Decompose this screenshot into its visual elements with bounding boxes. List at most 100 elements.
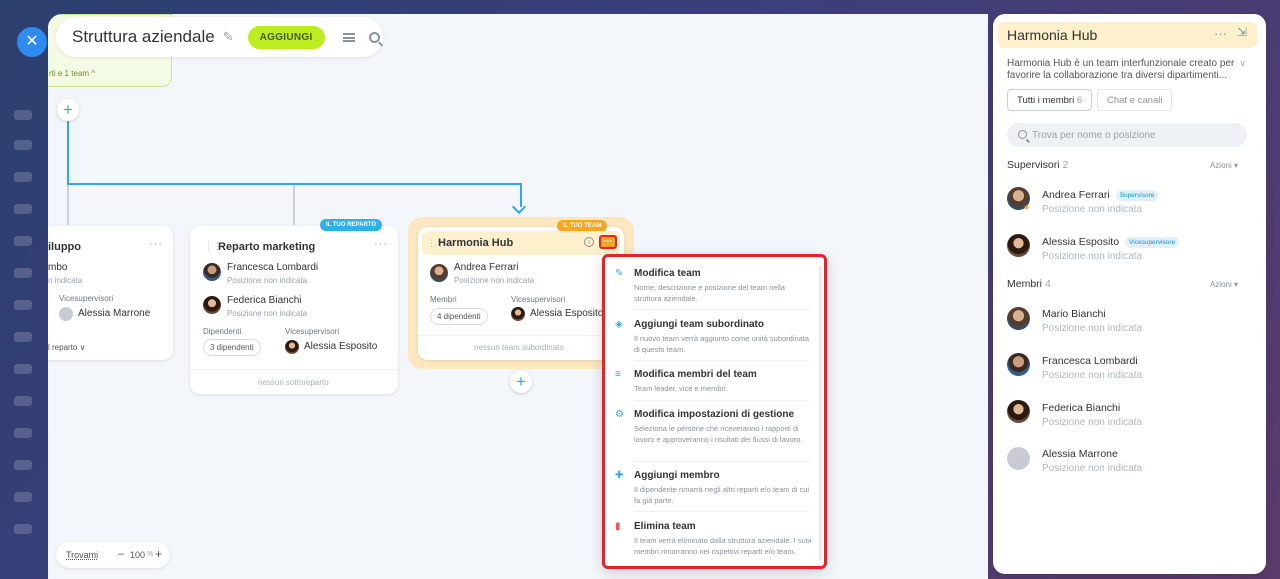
person-name[interactable]: Alessia Marrone [1042, 448, 1118, 460]
zoom-in-button[interactable]: + [155, 547, 162, 561]
person-name[interactable]: Federica Bianchi [1042, 402, 1120, 414]
employees-count[interactable]: 3 dipendenti [203, 339, 261, 356]
section-label: Supervisori [1007, 159, 1060, 171]
menu-icon[interactable] [342, 32, 355, 42]
deputy-name[interactable]: Alessia Esposito [530, 308, 603, 319]
trash-icon: ▮ [615, 521, 621, 532]
rail-icon[interactable] [14, 524, 32, 534]
add-subteam-button[interactable]: + [510, 371, 532, 393]
person-name[interactable]: Mario Bianchi [1042, 308, 1106, 320]
more-icon[interactable]: ··· [1214, 26, 1227, 41]
divider [190, 369, 398, 370]
avatar [1007, 447, 1030, 470]
tab-count: 6 [1076, 95, 1083, 106]
close-icon[interactable]: ✕ [17, 27, 47, 57]
find-me-button[interactable]: Trovami [66, 550, 98, 560]
person-name[interactable]: Federica Bianchi [227, 295, 301, 306]
rail-icon[interactable] [14, 332, 32, 342]
actions-dropdown[interactable]: Azioni ▾ [1210, 280, 1238, 289]
root-summary[interactable]: rti e 1 team ^ [49, 69, 95, 78]
menu-item-description: Il team verrà eliminato dalla struttura … [634, 536, 812, 556]
card-footer: nessun team subordinato [474, 343, 564, 352]
card-footer: nessun sottoreparto [258, 378, 329, 387]
avatar [59, 307, 73, 321]
rail-icon[interactable] [14, 110, 32, 120]
person-position: Posizione non indicata [454, 276, 535, 285]
section-count: 2 [1062, 159, 1069, 171]
person-position: Posizione non indicata [227, 276, 308, 285]
person-position: Posizione non indicata [1042, 251, 1143, 262]
menu-item-delete-team[interactable]: ▮ Elimina team Il team verrà eliminato d… [605, 521, 820, 566]
rail-icon[interactable] [14, 204, 32, 214]
person-name[interactable]: Andrea Ferrari Supervisore [1042, 189, 1159, 201]
person-name[interactable]: mbo [48, 262, 67, 273]
avatar [1007, 353, 1030, 376]
rail-icon[interactable] [14, 428, 32, 438]
avatar [1007, 400, 1030, 423]
rail-icon[interactable] [14, 460, 32, 470]
org-canvas[interactable]: rti e 1 team ^ + Struttura aziendale ✎ A… [48, 14, 988, 579]
arrow-down-icon [511, 199, 527, 215]
more-icon[interactable]: ··· [599, 235, 617, 249]
person-name[interactable]: Francesca Lombardi [227, 262, 318, 273]
department-card[interactable]: iluppo ··· mbo n indicata Vicesupervisor… [48, 226, 173, 360]
tab-chats[interactable]: Chat e canali [1097, 89, 1173, 111]
add-button[interactable]: AGGIUNGI [247, 25, 325, 49]
menu-item-add-subteam[interactable]: ◈ Aggiungi team subordinato Il nuovo tea… [605, 319, 820, 359]
add-member-icon: ✚ [615, 470, 624, 481]
rail-icon[interactable] [14, 364, 32, 374]
search-icon [1018, 130, 1027, 139]
menu-item-title: Modifica team [634, 268, 701, 279]
chevron-down-icon[interactable]: ∨ [1239, 58, 1246, 69]
tree-line [293, 185, 295, 225]
team-detail-panel: Harmonia Hub ··· ⇲ Harmonia Hub è un tea… [993, 14, 1266, 574]
avatar [285, 340, 299, 354]
person-name[interactable]: Alessia Esposito Vicesupervisore [1042, 236, 1180, 248]
member-search [1007, 123, 1247, 147]
deputy-name[interactable]: Alessia Marrone [78, 308, 150, 319]
rail-icon[interactable] [14, 236, 32, 246]
search-icon[interactable] [368, 31, 380, 43]
section-count: 4 [1044, 278, 1051, 290]
person-name[interactable]: Francesca Lombardi [1042, 355, 1138, 367]
rail-icon[interactable] [14, 140, 32, 150]
pin-icon[interactable]: ✎ [223, 29, 234, 45]
menu-item-edit-team[interactable]: ✎ Modifica team Nome, descrizione e posi… [605, 268, 820, 308]
menu-item-description: Nome, descrizione e posizione del team n… [634, 283, 785, 303]
card-footer[interactable]: l reparto ∨ [48, 343, 85, 352]
menu-item-edit-members[interactable]: ≡ Modifica membri del team Team leader, … [605, 369, 820, 399]
menu-item-add-member[interactable]: ✚ Aggiungi membro Il dipendente rimarrà … [605, 470, 820, 510]
rail-icon[interactable] [14, 396, 32, 406]
zoom-controls: Trovami – 100 % + [56, 542, 170, 568]
team-card[interactable]: IL TUO TEAM ⋮⋮ Harmonia Hub i ··· Andrea… [418, 220, 624, 360]
rail-icon[interactable] [14, 492, 32, 502]
avatar [1007, 234, 1030, 257]
menu-item-management-settings[interactable]: ⚙ Modifica impostazioni di gestione Sele… [605, 409, 820, 459]
rail-icon[interactable] [14, 300, 32, 310]
menu-item-description: Il dipendente rimarrà negli altri repart… [634, 485, 810, 505]
rail-icon[interactable] [14, 172, 32, 182]
more-icon[interactable]: ··· [374, 238, 388, 250]
menu-item-description: Team leader, vice e membri. [634, 384, 728, 393]
tab-all-members[interactable]: Tutti i membri 6 [1007, 89, 1093, 111]
status-badge: IL TUO REPARTO [320, 219, 383, 231]
actions-dropdown[interactable]: Azioni ▾ [1210, 161, 1238, 170]
collapse-icon[interactable]: ⇲ [1237, 25, 1247, 39]
avatar [203, 263, 221, 281]
more-icon[interactable]: ··· [149, 238, 163, 250]
rail-icon[interactable] [14, 268, 32, 278]
search-input[interactable] [1032, 126, 1232, 144]
section-title: Supervisori 2 [1007, 159, 1068, 171]
members-count[interactable]: 4 dipendenti [430, 308, 488, 325]
deputy-name[interactable]: Alessia Esposito [304, 341, 377, 352]
info-icon[interactable]: i [584, 237, 594, 247]
deputy-label: Vicesupervisori [511, 295, 566, 304]
add-child-button[interactable]: + [57, 99, 79, 121]
department-card[interactable]: IL TUO REPARTO ⋮⋮ Reparto marketing ··· … [190, 219, 398, 394]
zoom-out-button[interactable]: – [118, 548, 124, 560]
star-icon: ★ [1023, 203, 1031, 212]
person-name[interactable]: Andrea Ferrari [454, 262, 518, 273]
divider [634, 400, 810, 401]
gear-icon: ⚙ [615, 409, 624, 420]
person-name-text: Andrea Ferrari [1042, 189, 1110, 201]
